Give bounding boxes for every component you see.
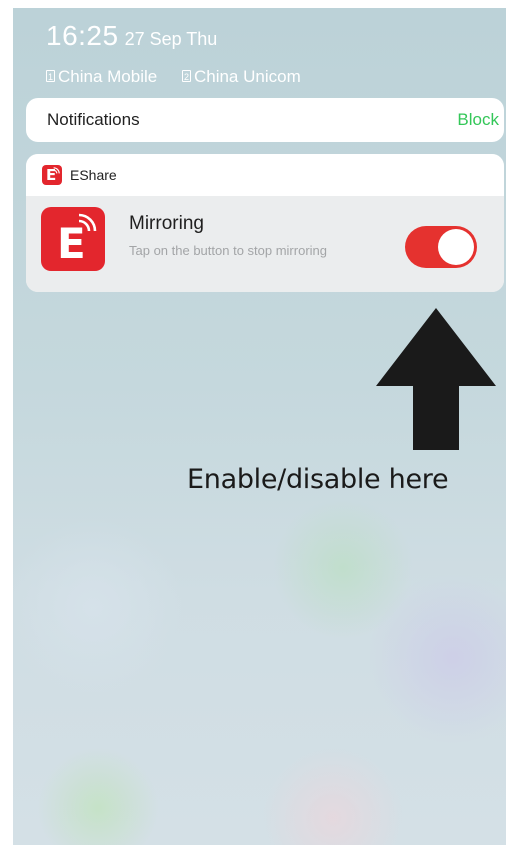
annotation-label: Enable/disable here xyxy=(187,464,449,495)
notification-header: E EShare xyxy=(26,154,504,196)
carrier-2-name: China Unicom xyxy=(193,66,301,86)
carrier-2: 2 China Unicom xyxy=(181,66,301,86)
app-name: EShare xyxy=(70,167,117,183)
lock-screen: 16:25 27 Sep Thu 1 China Mobile 2 China U… xyxy=(13,8,506,845)
wifi-signal-large-icon xyxy=(78,213,97,232)
eshare-large-icon: E xyxy=(41,207,105,271)
up-arrow-icon xyxy=(376,308,496,450)
mirroring-toggle[interactable] xyxy=(405,226,477,268)
notification-title: Mirroring xyxy=(129,213,204,234)
carrier-list: 1 China Mobile 2 China Unicom xyxy=(46,66,321,85)
notification-body: E Mirroring Tap on the button to stop mi… xyxy=(26,196,504,292)
eshare-notification-card[interactable]: E EShare E Mirroring Tap on the button t… xyxy=(26,154,504,292)
sim-2-icon: 2 xyxy=(181,70,191,82)
carrier-1-name: China Mobile xyxy=(58,66,158,86)
block-button[interactable]: Block xyxy=(457,110,499,130)
wifi-signal-icon xyxy=(53,167,60,174)
toggle-knob xyxy=(438,229,474,265)
notifications-title: Notifications xyxy=(47,110,140,129)
carrier-1: 1 China Mobile xyxy=(46,68,157,85)
status-date: 27 Sep Thu xyxy=(124,29,218,49)
notifications-bar: Notifications Block xyxy=(26,98,504,142)
status-time: 16:25 xyxy=(46,20,119,51)
status-time-row: 16:25 27 Sep Thu xyxy=(46,22,217,50)
eshare-app-icon: E xyxy=(42,165,62,185)
notification-subtitle: Tap on the button to stop mirroring xyxy=(129,243,328,258)
sim-1-icon: 1 xyxy=(46,70,55,82)
